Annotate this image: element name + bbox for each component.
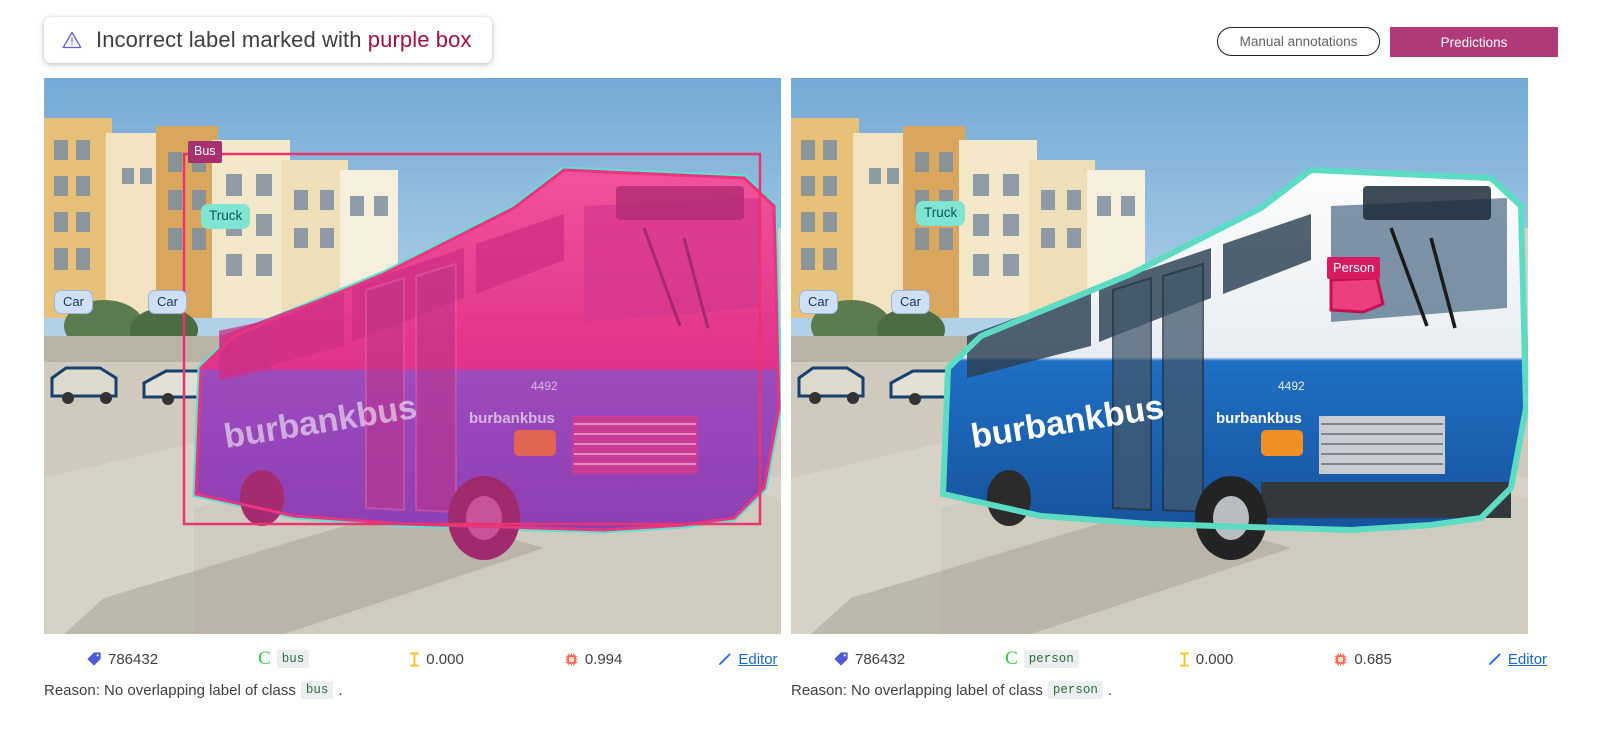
view-toggle-group[interactable]: Manual annotations Predictions (1217, 27, 1558, 57)
person-segmentation-mask (1329, 276, 1385, 314)
metadata-iou-value-right: 0.000 (1195, 650, 1234, 668)
bus-front-text-right: burbankbus (1216, 410, 1302, 427)
metadata-iou-value-left: 0.000 (426, 650, 464, 668)
bus-number-right: 4492 (1278, 379, 1305, 393)
iou-icon (410, 651, 419, 667)
reason-suffix-right: . (1107, 681, 1113, 699)
editor-link-right[interactable]: Editor (1487, 651, 1547, 668)
panel-predictions[interactable]: burbankbus burbankbus 4492 Truck Car Car… (791, 78, 1528, 634)
metadata-id-value-right: 786432 (855, 650, 906, 668)
banner-message-highlight: purple box (367, 27, 472, 52)
bus-front-text: burbankbus (469, 410, 555, 427)
metadata-id-left: 786432 (86, 651, 158, 668)
banner-message: Incorrect label marked with purple box (96, 27, 472, 53)
annotation-chip-truck-right[interactable]: Truck (916, 201, 966, 226)
banner-message-prefix: Incorrect label marked with (96, 27, 368, 52)
panel-manual-annotations[interactable]: burbankbus burbankbus 4492 Bus Truck Car… (44, 78, 781, 634)
class-c-icon: C (1005, 648, 1018, 669)
metadata-class-value-left: bus (276, 650, 310, 668)
annotation-chip-bus[interactable]: Bus (188, 141, 222, 163)
class-c-icon: C (258, 648, 271, 669)
reason-suffix-left: . (338, 681, 343, 699)
manual-annotations-button[interactable]: Manual annotations (1217, 27, 1380, 56)
reason-text-right: Reason: No overlapping label of class pe… (791, 681, 1112, 699)
predictions-button[interactable]: Predictions (1390, 27, 1558, 57)
reason-text-left: Reason: No overlapping label of class bu… (44, 681, 343, 699)
metadata-score-left: 0.994 (564, 650, 623, 668)
metadata-row-left: 786432 C bus 0.000 0.994 Editor (44, 646, 781, 672)
reason-prefix-right: Reason: No overlapping label of class (791, 681, 1043, 699)
scene-right: burbankbus burbankbus 4492 (791, 78, 1528, 634)
scene-left: burbankbus burbankbus 4492 (44, 78, 781, 634)
metadata-class-value-right: person (1023, 650, 1079, 668)
metadata-iou-right: 0.000 (1179, 650, 1234, 668)
warning-triangle-icon (62, 31, 82, 49)
annotation-chip-car-2[interactable]: Car (148, 290, 187, 314)
annotation-chip-car-1[interactable]: Car (54, 290, 93, 314)
chip-icon (1334, 653, 1347, 665)
tag-icon (87, 652, 101, 666)
editor-link-left[interactable]: Editor (717, 651, 778, 668)
metadata-id-right: 786432 (833, 651, 905, 668)
reason-prefix-left: Reason: No overlapping label of class (44, 681, 296, 699)
metadata-id-value-left: 786432 (108, 650, 159, 668)
metadata-iou-left: 0.000 (409, 651, 464, 668)
reason-class-right: person (1047, 681, 1103, 699)
metadata-class-left: C bus (258, 648, 310, 670)
annotation-chip-car-right-1[interactable]: Car (799, 290, 838, 314)
tag-icon (834, 652, 848, 666)
header: Incorrect label marked with purple box M… (0, 0, 1600, 76)
chip-icon (565, 653, 578, 665)
reason-class-left: bus (300, 681, 334, 699)
metadata-score-right: 0.685 (1333, 651, 1392, 668)
editor-link-label-left[interactable]: Editor (738, 651, 777, 668)
metadata-class-right: C person (1005, 648, 1079, 670)
warning-banner: Incorrect label marked with purple box (44, 17, 492, 63)
page-root: Incorrect label marked with purple box M… (0, 0, 1600, 729)
bus-number: 4492 (531, 379, 558, 393)
metadata-row-right: 786432 C person 0.000 0.685 Editor (791, 646, 1547, 672)
annotation-chip-car-right-2[interactable]: Car (891, 290, 930, 314)
comparison-panels: burbankbus burbankbus 4492 Bus Truck Car… (0, 78, 1600, 638)
metadata-score-value-left: 0.994 (584, 650, 623, 668)
metadata-score-value-right: 0.685 (1354, 650, 1392, 668)
iou-icon (1180, 651, 1189, 667)
editor-link-label-right[interactable]: Editor (1508, 651, 1547, 668)
pencil-icon (719, 652, 732, 665)
annotation-chip-truck[interactable]: Truck (201, 204, 251, 229)
annotated-image-left[interactable]: burbankbus burbankbus 4492 Bus Truck Car… (44, 78, 781, 634)
annotation-chip-person[interactable]: Person (1327, 257, 1381, 279)
pencil-icon (1488, 652, 1501, 665)
annotated-image-right[interactable]: burbankbus burbankbus 4492 Truck Car Car… (791, 78, 1528, 634)
